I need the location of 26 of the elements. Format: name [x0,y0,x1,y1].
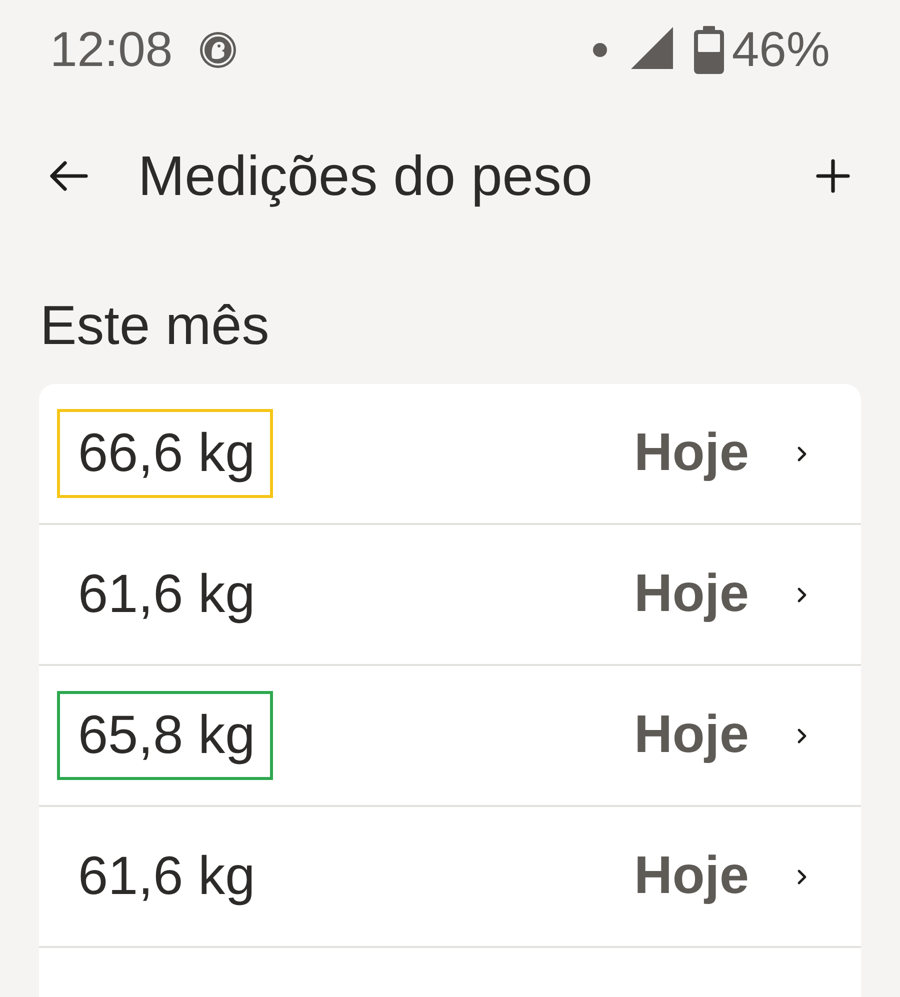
chevron-right-icon [797,586,807,602]
date-label: Hoje [634,847,749,906]
measurement-row[interactable]: 66,6 kg Hoje [39,384,861,525]
weight-value: 61,6 kg [78,846,256,906]
date-label: Hoje [634,565,749,624]
signal-icon [630,27,673,69]
date-label: Hoje [634,424,749,483]
weight-value: 65,8 kg [78,706,256,766]
measurement-row[interactable]: 61,6 kg Hoje [39,807,861,948]
chevron-right-icon [797,868,807,884]
screen-title: Medições do peso [138,143,593,210]
battery-percent: 46% [732,26,830,74]
chevron-right-icon [797,446,807,462]
measurement-row[interactable]: 65,8 kg Hoje [39,666,861,807]
weight-value: 61,6 kg [78,564,256,624]
notification-dot-icon [592,43,607,57]
back-arrow-icon [48,160,88,192]
plus-icon [816,159,850,193]
measurement-row[interactable]: 61,6 kg Hoje [39,525,861,666]
chevron-right-icon [797,728,807,744]
section-heading: Este mês [40,293,270,358]
battery-icon [694,26,724,74]
status-time: 12:08 [50,26,173,74]
date-label: Hoje [634,706,749,765]
weight-value: 66,6 kg [78,424,256,484]
bird-badge-icon [198,31,237,69]
